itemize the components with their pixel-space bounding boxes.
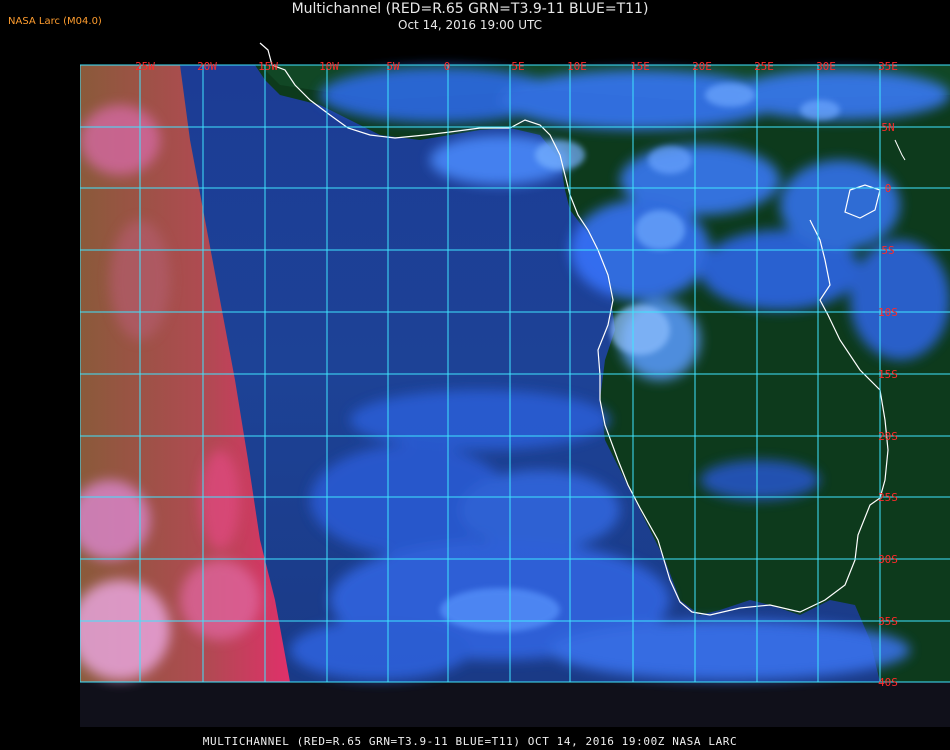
lon-label: 10E <box>567 60 587 73</box>
lon-label: 5E <box>511 60 524 73</box>
lon-label: 20W <box>197 60 217 73</box>
lat-label: 0 <box>885 182 892 195</box>
lat-label: 30S <box>878 553 898 566</box>
lat-label: 40S <box>878 676 898 689</box>
lat-label: 5N <box>881 121 894 134</box>
lon-label: 35E <box>878 60 898 73</box>
lon-label: 0 <box>444 60 451 73</box>
lon-label: 5W <box>386 60 400 73</box>
image-timestamp: Oct 14, 2016 19:00 UTC <box>398 18 542 32</box>
footer-caption: MULTICHANNEL (RED=R.65 GRN=T3.9-11 BLUE=… <box>202 735 738 748</box>
lat-label: 20S <box>878 430 898 443</box>
lat-label: 5S <box>881 244 894 257</box>
lat-label: 10S <box>878 306 898 319</box>
satellite-map: 25W 20W 15W 10W 5W 0 5E 10E 15E 20E 25E … <box>80 42 950 727</box>
lon-label: 15E <box>630 60 650 73</box>
lat-label: 15S <box>878 368 898 381</box>
lon-label: 20E <box>692 60 712 73</box>
lon-label: 15W <box>258 60 278 73</box>
lon-label: 25W <box>135 60 155 73</box>
image-title: Multichannel (RED=R.65 GRN=T3.9-11 BLUE=… <box>291 1 649 17</box>
lat-label: 35S <box>878 615 898 628</box>
lon-label: 30E <box>816 60 836 73</box>
lon-label: 10W <box>319 60 339 73</box>
lat-label: 25S <box>878 491 898 504</box>
lon-label: 25E <box>754 60 774 73</box>
